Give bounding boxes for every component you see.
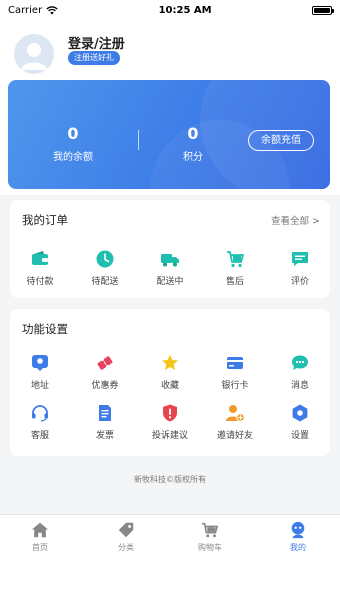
tab-category[interactable]: 分类 xyxy=(92,521,160,553)
feature-coupon[interactable]: 优惠券 xyxy=(75,353,135,391)
avatar[interactable] xyxy=(14,34,54,74)
order-item-label: 配送中 xyxy=(156,277,184,287)
tab-label: 我的 xyxy=(290,543,306,552)
tab-cart[interactable]: 购物车 xyxy=(176,521,244,553)
order-item-pending-delivery[interactable]: 待配送 xyxy=(75,249,135,287)
feature-invoice[interactable]: 发票 xyxy=(75,403,135,441)
carrier-label: Carrier xyxy=(8,4,43,16)
feature-invite-friends[interactable]: 邀请好友 xyxy=(205,403,265,441)
tab-home[interactable]: 首页 xyxy=(6,521,74,553)
default-avatar-icon xyxy=(21,43,47,70)
feature-label: 消息 xyxy=(290,381,309,391)
feature-customer-service[interactable]: 客服 xyxy=(10,403,70,441)
wifi-icon xyxy=(46,5,58,14)
register-gift-badge[interactable]: 注册送好礼 xyxy=(68,51,120,65)
headset-icon xyxy=(32,405,48,422)
feature-bank-card[interactable]: 银行卡 xyxy=(205,353,265,391)
bank-card-icon xyxy=(227,357,243,369)
feature-label: 发票 xyxy=(95,431,114,441)
coupon-icon xyxy=(97,356,113,370)
battery-icon xyxy=(312,5,334,15)
feature-label: 邀请好友 xyxy=(216,431,253,441)
home-icon xyxy=(31,522,49,538)
order-item-label: 待配送 xyxy=(91,277,119,287)
balance-card: 0 我的余额 0 积分 余额充值 xyxy=(8,80,330,189)
balance-label: 我的余额 xyxy=(53,152,93,163)
complaint-icon xyxy=(163,404,177,422)
status-left: Carrier xyxy=(8,5,58,16)
tab-label: 分类 xyxy=(118,543,134,552)
feature-label: 优惠券 xyxy=(91,381,119,391)
cart-icon xyxy=(201,522,219,538)
orders-title: 我的订单 xyxy=(22,213,68,227)
tab-bar: 首页 分类 购物车 我的 xyxy=(0,514,340,598)
invoice-icon xyxy=(99,405,111,421)
feature-favorites[interactable]: 收藏 xyxy=(140,353,200,391)
wallet-icon xyxy=(32,251,48,265)
comment-icon xyxy=(292,252,308,266)
login-register-link[interactable]: 登录/注册 xyxy=(68,33,125,52)
invite-friend-icon xyxy=(226,405,245,422)
profile-icon xyxy=(291,521,305,539)
truck-icon xyxy=(161,254,179,267)
tab-label: 首页 xyxy=(32,543,48,552)
order-item-review[interactable]: 评价 xyxy=(270,249,330,287)
points-value: 0 xyxy=(187,124,199,143)
points-label: 积分 xyxy=(183,152,203,163)
status-bar: Carrier 10:25 AM xyxy=(0,0,340,20)
balance-divider xyxy=(138,130,139,150)
cart-return-icon xyxy=(227,251,244,268)
star-icon xyxy=(162,354,178,370)
features-title: 功能设置 xyxy=(22,322,68,336)
order-item-label: 售后 xyxy=(225,277,244,287)
features-card: 功能设置 地址 优惠券 收藏 银行卡 消息 客服 发票 投诉建议 邀请好友 设置 xyxy=(10,309,330,456)
feature-label: 投诉建议 xyxy=(151,431,188,441)
order-item-label: 评价 xyxy=(290,277,309,287)
feature-complaint[interactable]: 投诉建议 xyxy=(140,403,200,441)
feature-label: 客服 xyxy=(30,431,49,441)
order-item-after-sales[interactable]: 售后 xyxy=(205,249,265,287)
balance-value: 0 xyxy=(67,124,79,143)
view-all-orders-link[interactable]: 查看全部 > xyxy=(271,213,320,227)
tab-mine[interactable]: 我的 xyxy=(264,521,332,553)
feature-label: 地址 xyxy=(30,381,49,391)
recharge-button[interactable]: 余额充值 xyxy=(248,130,314,151)
order-item-pending-payment[interactable]: 待付款 xyxy=(10,249,70,287)
message-icon xyxy=(292,355,308,370)
location-icon xyxy=(32,355,48,371)
feature-address[interactable]: 地址 xyxy=(10,353,70,391)
copyright-text: 新牧科技©版权所有 xyxy=(134,475,206,484)
order-item-label: 待付款 xyxy=(26,277,54,287)
settings-icon xyxy=(292,404,308,422)
clock-icon xyxy=(96,250,114,268)
feature-settings[interactable]: 设置 xyxy=(270,403,330,441)
feature-messages[interactable]: 消息 xyxy=(270,353,330,391)
tab-label: 购物车 xyxy=(198,543,222,552)
feature-label: 设置 xyxy=(290,431,309,441)
tag-icon xyxy=(118,522,134,538)
feature-label: 收藏 xyxy=(160,381,179,391)
balance-amount[interactable]: 0 我的余额 xyxy=(38,124,108,163)
feature-label: 银行卡 xyxy=(221,381,249,391)
points[interactable]: 0 积分 xyxy=(163,124,223,163)
status-time: 10:25 AM xyxy=(158,4,212,16)
order-item-in-delivery[interactable]: 配送中 xyxy=(140,249,200,287)
orders-card: 我的订单 查看全部 > 待付款 待配送 配送中 售后 评价 xyxy=(10,200,330,298)
